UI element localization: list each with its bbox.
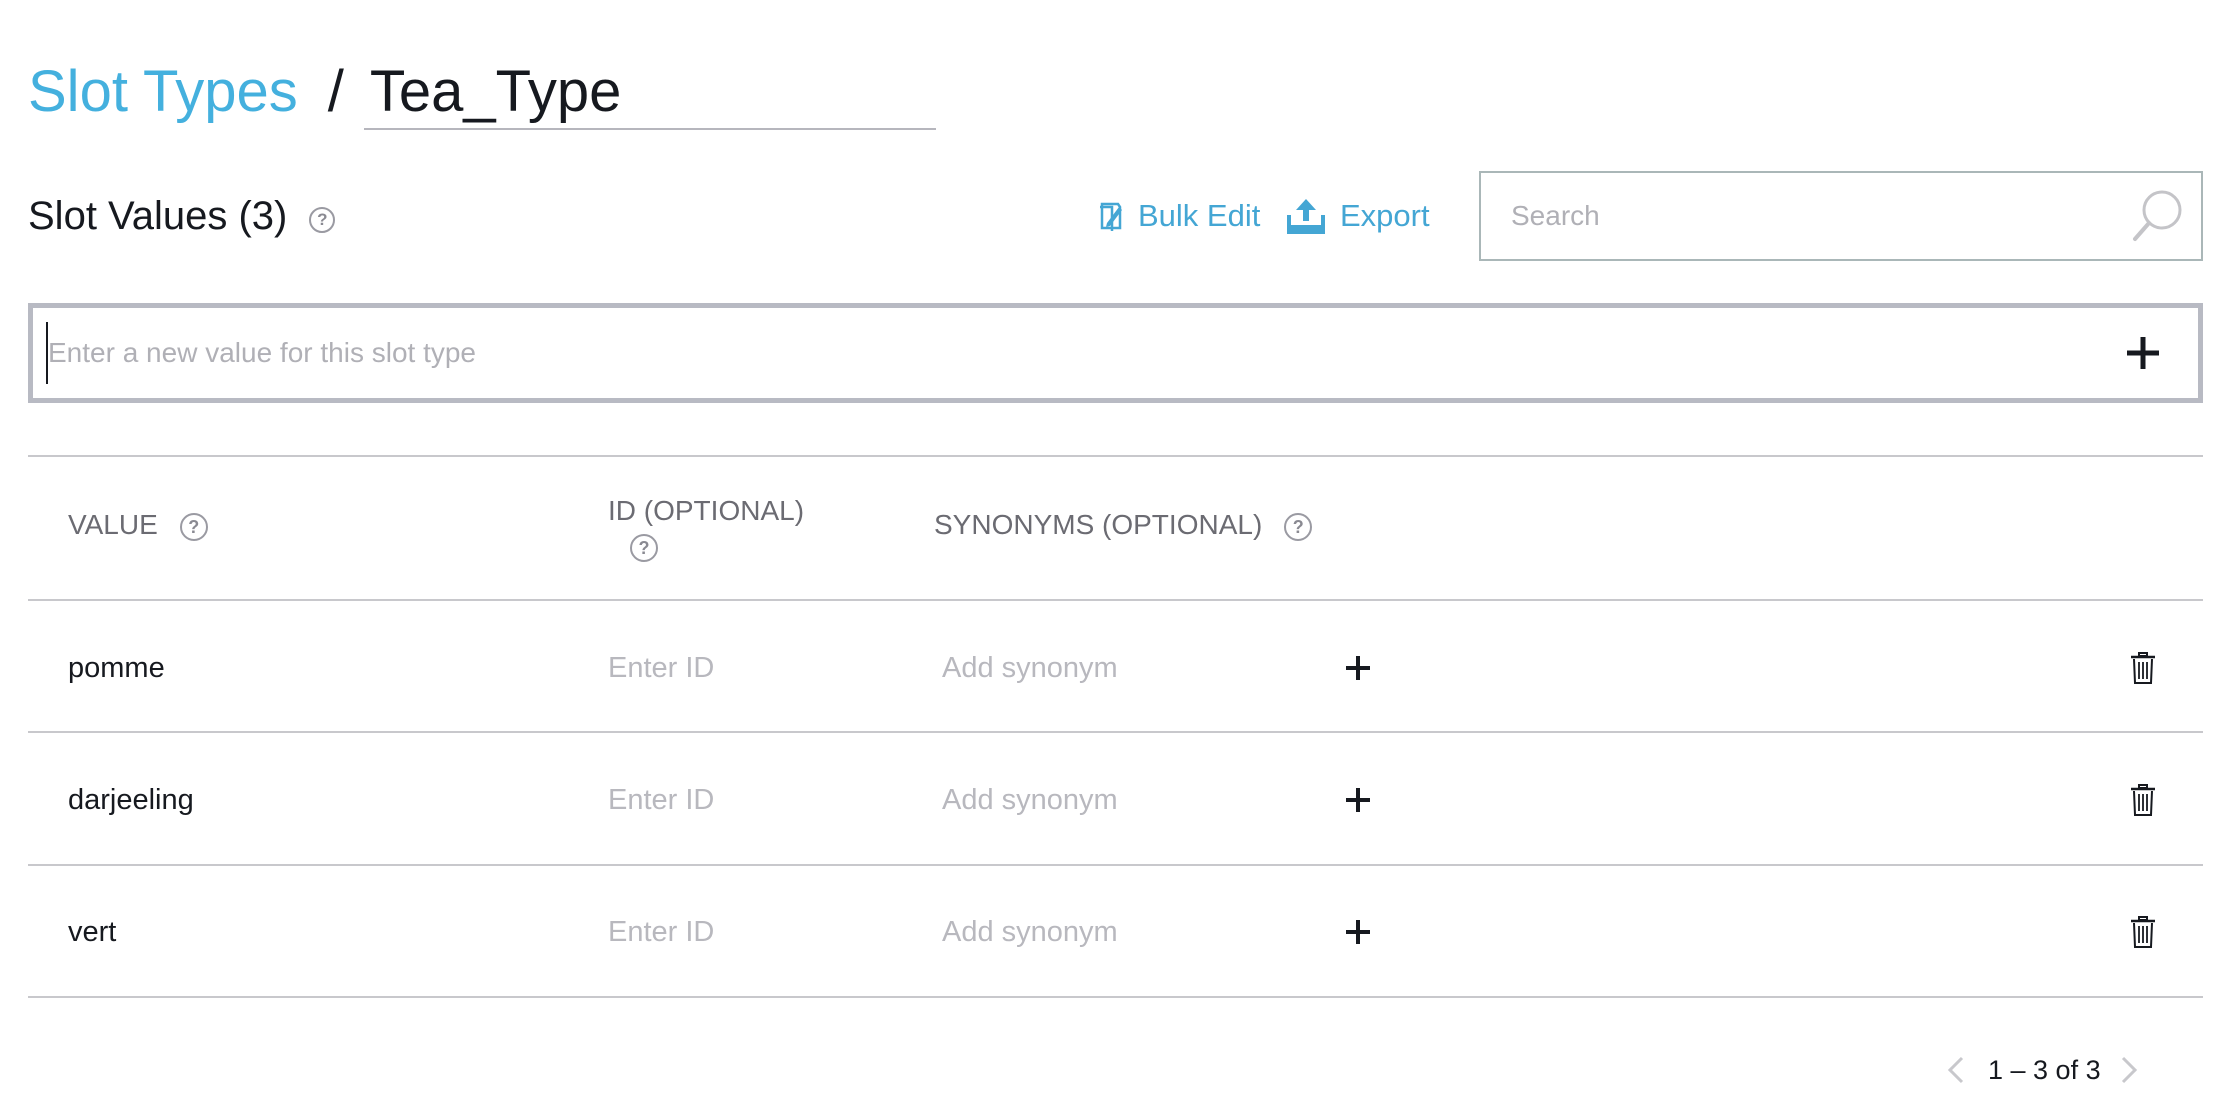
export-button[interactable]: Export [1286, 193, 1430, 239]
slot-values-title: Slot Values (3) [28, 194, 288, 238]
bulk-edit-icon [1100, 202, 1122, 231]
magnifier-icon[interactable] [2127, 186, 2187, 246]
id-help-icon[interactable]: ? [630, 534, 658, 562]
plus-icon [1346, 656, 1370, 680]
trash-icon [2131, 652, 2155, 684]
search-box [1479, 171, 2203, 261]
pagination: 1 – 3 of 3 [1946, 1050, 2139, 1090]
trash-icon [2131, 916, 2155, 948]
export-upload-icon [1287, 199, 1325, 234]
column-header-id-label: ID (OPTIONAL) [608, 495, 805, 526]
synonyms-help-icon[interactable]: ? [1284, 513, 1313, 541]
column-header-synonyms: SYNONYMS (OPTIONAL) ? [934, 508, 1313, 542]
previous-page-button[interactable] [1946, 1055, 1966, 1085]
add-value-button[interactable] [2108, 318, 2178, 388]
row-id-input[interactable] [608, 912, 848, 952]
breadcrumb-slot-types-link[interactable]: Slot Types [28, 52, 298, 132]
delete-row-button[interactable] [2128, 914, 2158, 950]
delete-row-button[interactable] [2128, 782, 2158, 818]
table-top-divider [28, 455, 2203, 457]
pagination-range-label: 1 – 3 of 3 [1988, 1054, 2101, 1085]
plus-icon [1346, 788, 1370, 812]
new-slot-value-input[interactable] [46, 322, 2108, 384]
breadcrumb-separator: / [327, 59, 344, 124]
chevron-left-icon [1947, 1056, 1964, 1084]
row-id-input[interactable] [608, 648, 848, 688]
column-header-value: VALUE ? [68, 508, 208, 542]
table-row-value: vert [68, 916, 117, 948]
delete-row-button[interactable] [2128, 650, 2158, 686]
table-bottom-divider [28, 996, 2203, 998]
add-synonym-button[interactable] [1340, 914, 1376, 950]
table-header-divider [28, 599, 2203, 601]
row-divider [28, 731, 2203, 733]
add-synonym-button[interactable] [1340, 782, 1376, 818]
row-synonym-input[interactable] [942, 648, 1242, 688]
bulk-edit-button[interactable]: Bulk Edit [1098, 193, 1260, 239]
row-synonym-input[interactable] [942, 780, 1242, 820]
plus-icon [2127, 337, 2159, 369]
column-header-value-label: VALUE [68, 509, 158, 540]
column-header-id: ID (OPTIONAL) ? [608, 494, 804, 562]
column-header-synonyms-label: SYNONYMS (OPTIONAL) [934, 509, 1263, 540]
trash-icon [2131, 784, 2155, 816]
search-input[interactable] [1481, 199, 2127, 233]
new-value-box [28, 303, 2203, 403]
next-page-button[interactable] [2119, 1055, 2139, 1085]
breadcrumb: Slot Types / [28, 52, 936, 132]
slot-values-heading: Slot Values (3) ? [28, 190, 336, 242]
chevron-right-icon [2121, 1056, 2137, 1084]
slot-type-name-input[interactable] [363, 55, 936, 130]
table-row-value: pomme [68, 652, 165, 684]
plus-icon [1346, 920, 1370, 944]
row-divider [28, 864, 2203, 866]
value-help-icon[interactable]: ? [179, 513, 208, 541]
slot-values-help-icon[interactable]: ? [309, 207, 336, 233]
row-synonym-input[interactable] [942, 912, 1242, 952]
row-id-input[interactable] [608, 780, 848, 820]
export-label: Export [1340, 198, 1430, 233]
add-synonym-button[interactable] [1340, 650, 1376, 686]
table-row-value: darjeeling [68, 784, 194, 816]
bulk-edit-label: Bulk Edit [1138, 198, 1261, 233]
